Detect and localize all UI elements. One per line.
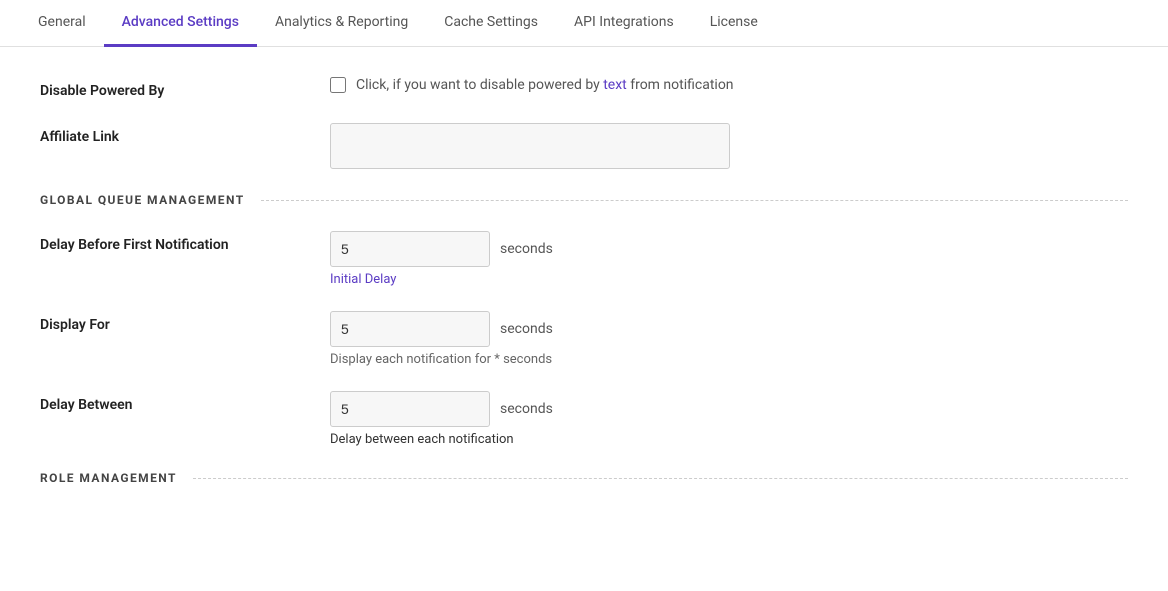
display-for-unit: seconds bbox=[500, 321, 553, 337]
tab-general[interactable]: General bbox=[20, 0, 104, 47]
global-queue-section-divider: GLOBAL QUEUE MANAGEMENT bbox=[40, 193, 1128, 207]
display-for-input[interactable] bbox=[330, 311, 490, 347]
delay-before-first-input-row: seconds bbox=[330, 231, 1128, 267]
role-management-divider-line bbox=[193, 478, 1128, 479]
content-area: Disable Powered By Click, if you want to… bbox=[0, 47, 1168, 539]
global-queue-section-title: GLOBAL QUEUE MANAGEMENT bbox=[40, 193, 245, 207]
disable-powered-by-checkbox-label: Click, if you want to disable powered by… bbox=[356, 77, 734, 93]
global-queue-divider-line bbox=[261, 200, 1128, 201]
delay-between-input[interactable] bbox=[330, 391, 490, 427]
delay-before-first-unit: seconds bbox=[500, 241, 553, 257]
affiliate-link-label: Affiliate Link bbox=[40, 123, 330, 145]
disable-powered-by-checkbox-row: Click, if you want to disable powered by… bbox=[330, 77, 1128, 93]
delay-between-hint: Delay between each notification bbox=[330, 432, 1128, 447]
affiliate-link-input[interactable] bbox=[330, 123, 730, 169]
display-for-control: seconds Display each notification for * … bbox=[330, 311, 1128, 367]
delay-before-first-control: seconds Initial Delay bbox=[330, 231, 1128, 287]
delay-between-control: seconds Delay between each notification bbox=[330, 391, 1128, 447]
disable-powered-by-row: Disable Powered By Click, if you want to… bbox=[40, 77, 1128, 99]
tabs-bar: General Advanced Settings Analytics & Re… bbox=[0, 0, 1168, 47]
delay-between-row: Delay Between seconds Delay between each… bbox=[40, 391, 1128, 447]
role-management-section-divider: ROLE MANAGEMENT bbox=[40, 471, 1128, 485]
affiliate-link-row: Affiliate Link bbox=[40, 123, 1128, 169]
disable-powered-by-label: Disable Powered By bbox=[40, 77, 330, 99]
tab-api-integrations[interactable]: API Integrations bbox=[556, 0, 692, 47]
delay-before-first-input[interactable] bbox=[330, 231, 490, 267]
delay-before-first-hint: Initial Delay bbox=[330, 272, 1128, 287]
delay-between-unit: seconds bbox=[500, 401, 553, 417]
tab-license[interactable]: License bbox=[692, 0, 776, 47]
role-management-section-title: ROLE MANAGEMENT bbox=[40, 471, 177, 485]
display-for-input-row: seconds bbox=[330, 311, 1128, 347]
display-for-hint: Display each notification for * seconds bbox=[330, 352, 1128, 367]
display-for-row: Display For seconds Display each notific… bbox=[40, 311, 1128, 367]
delay-between-label: Delay Between bbox=[40, 391, 330, 413]
tab-analytics-reporting[interactable]: Analytics & Reporting bbox=[257, 0, 426, 47]
affiliate-link-control bbox=[330, 123, 1128, 169]
tab-cache-settings[interactable]: Cache Settings bbox=[426, 0, 556, 47]
tab-advanced-settings[interactable]: Advanced Settings bbox=[104, 0, 257, 47]
disable-powered-by-checkbox[interactable] bbox=[330, 77, 346, 93]
delay-before-first-label: Delay Before First Notification bbox=[40, 231, 330, 253]
delay-between-input-row: seconds bbox=[330, 391, 1128, 427]
delay-before-first-row: Delay Before First Notification seconds … bbox=[40, 231, 1128, 287]
disable-powered-by-control: Click, if you want to disable powered by… bbox=[330, 77, 1128, 93]
display-for-label: Display For bbox=[40, 311, 330, 333]
